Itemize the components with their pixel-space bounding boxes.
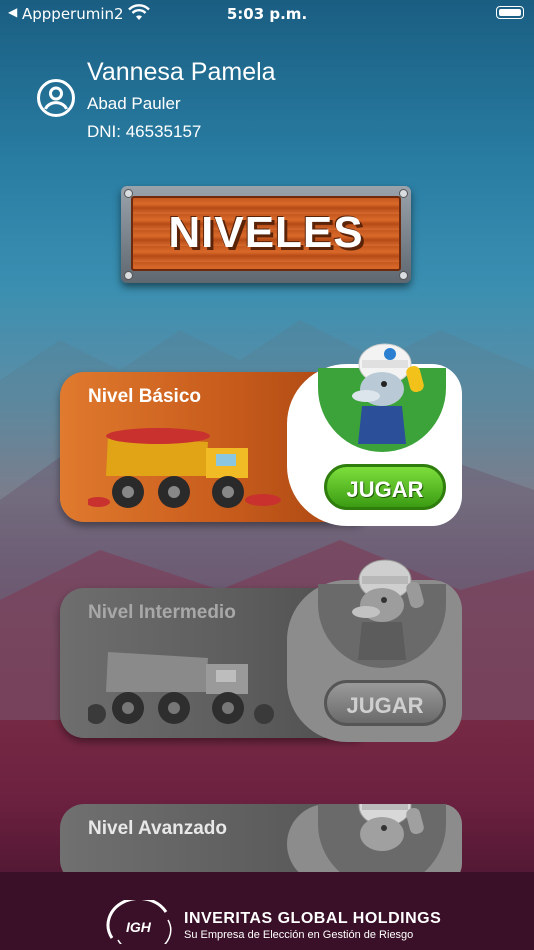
igh-logo-icon: IGH (106, 900, 172, 944)
mining-truck-icon (88, 428, 281, 508)
user-surname: Abad Pauler (87, 94, 181, 113)
banner-title: NIVELES (168, 208, 364, 257)
mining-truck-icon (88, 652, 274, 724)
dolphin-mascot-icon (352, 559, 424, 660)
level-card-advanced[interactable]: Nivel Avanzado (60, 804, 462, 872)
company-tagline: Su Empresa de Elección en Gestión de Rie… (184, 929, 414, 941)
company-name: INVERITAS GLOBAL HOLDINGS (184, 910, 442, 927)
rivet (124, 271, 133, 280)
play-button[interactable]: JUGAR (324, 464, 446, 510)
rivet (399, 271, 408, 280)
level-card-intermediate[interactable]: Nivel Intermedio JUGAR (60, 559, 462, 742)
user-circle-icon[interactable] (36, 78, 76, 118)
clock: 5:03 p.m. (226, 5, 308, 23)
level-title: Nivel Básico (88, 386, 201, 407)
dolphin-mascot-icon (352, 343, 424, 444)
user-dni: DNI: 46535157 (87, 122, 202, 141)
logo-mark-text: IGH (126, 919, 152, 935)
level-title: Nivel Avanzado (88, 818, 228, 839)
level-title: Nivel Intermedio (88, 602, 236, 623)
rivet (124, 189, 133, 198)
footer: IGH INVERITAS GLOBAL HOLDINGS Su Empresa… (0, 872, 534, 950)
levels-banner: NIVELES (121, 186, 411, 283)
battery-icon (496, 6, 524, 19)
play-button-disabled: JUGAR (324, 680, 446, 726)
user-name: Vannesa Pamela (87, 58, 276, 86)
dolphin-mascot-icon (358, 804, 424, 851)
status-bar: ◀ Appperumin2 5:03 p.m. (0, 0, 534, 28)
rivet (399, 189, 408, 198)
level-card-basic[interactable]: Nivel Básico JUGAR (60, 343, 462, 526)
